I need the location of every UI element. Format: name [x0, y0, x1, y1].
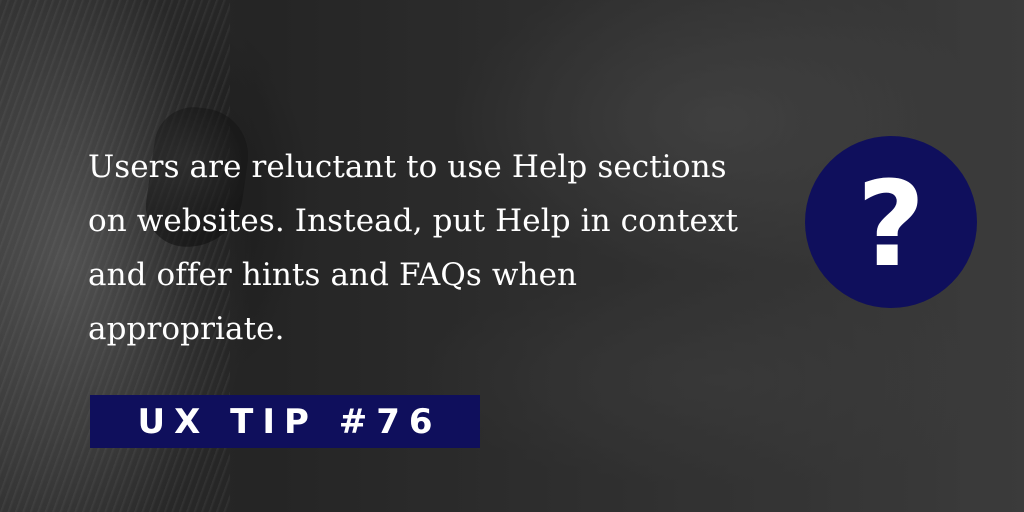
tip-line-3: and offer hints and FAQs when [88, 257, 578, 293]
question-mark-glyph: ? [856, 155, 926, 293]
tip-card: Users are reluctant to use Help sections… [0, 0, 1024, 512]
tip-number-label: UX TIP #76 [137, 401, 442, 442]
question-mark-icon: ? [805, 136, 977, 308]
tip-line-2: on websites. Instead, put Help in contex… [88, 203, 739, 239]
tip-line-1: Users are reluctant to use Help sections [88, 149, 727, 185]
tip-text: Users are reluctant to use Help sections… [88, 140, 788, 356]
tip-line-4: appropriate. [88, 311, 285, 347]
tip-number-badge: UX TIP #76 [90, 395, 480, 448]
